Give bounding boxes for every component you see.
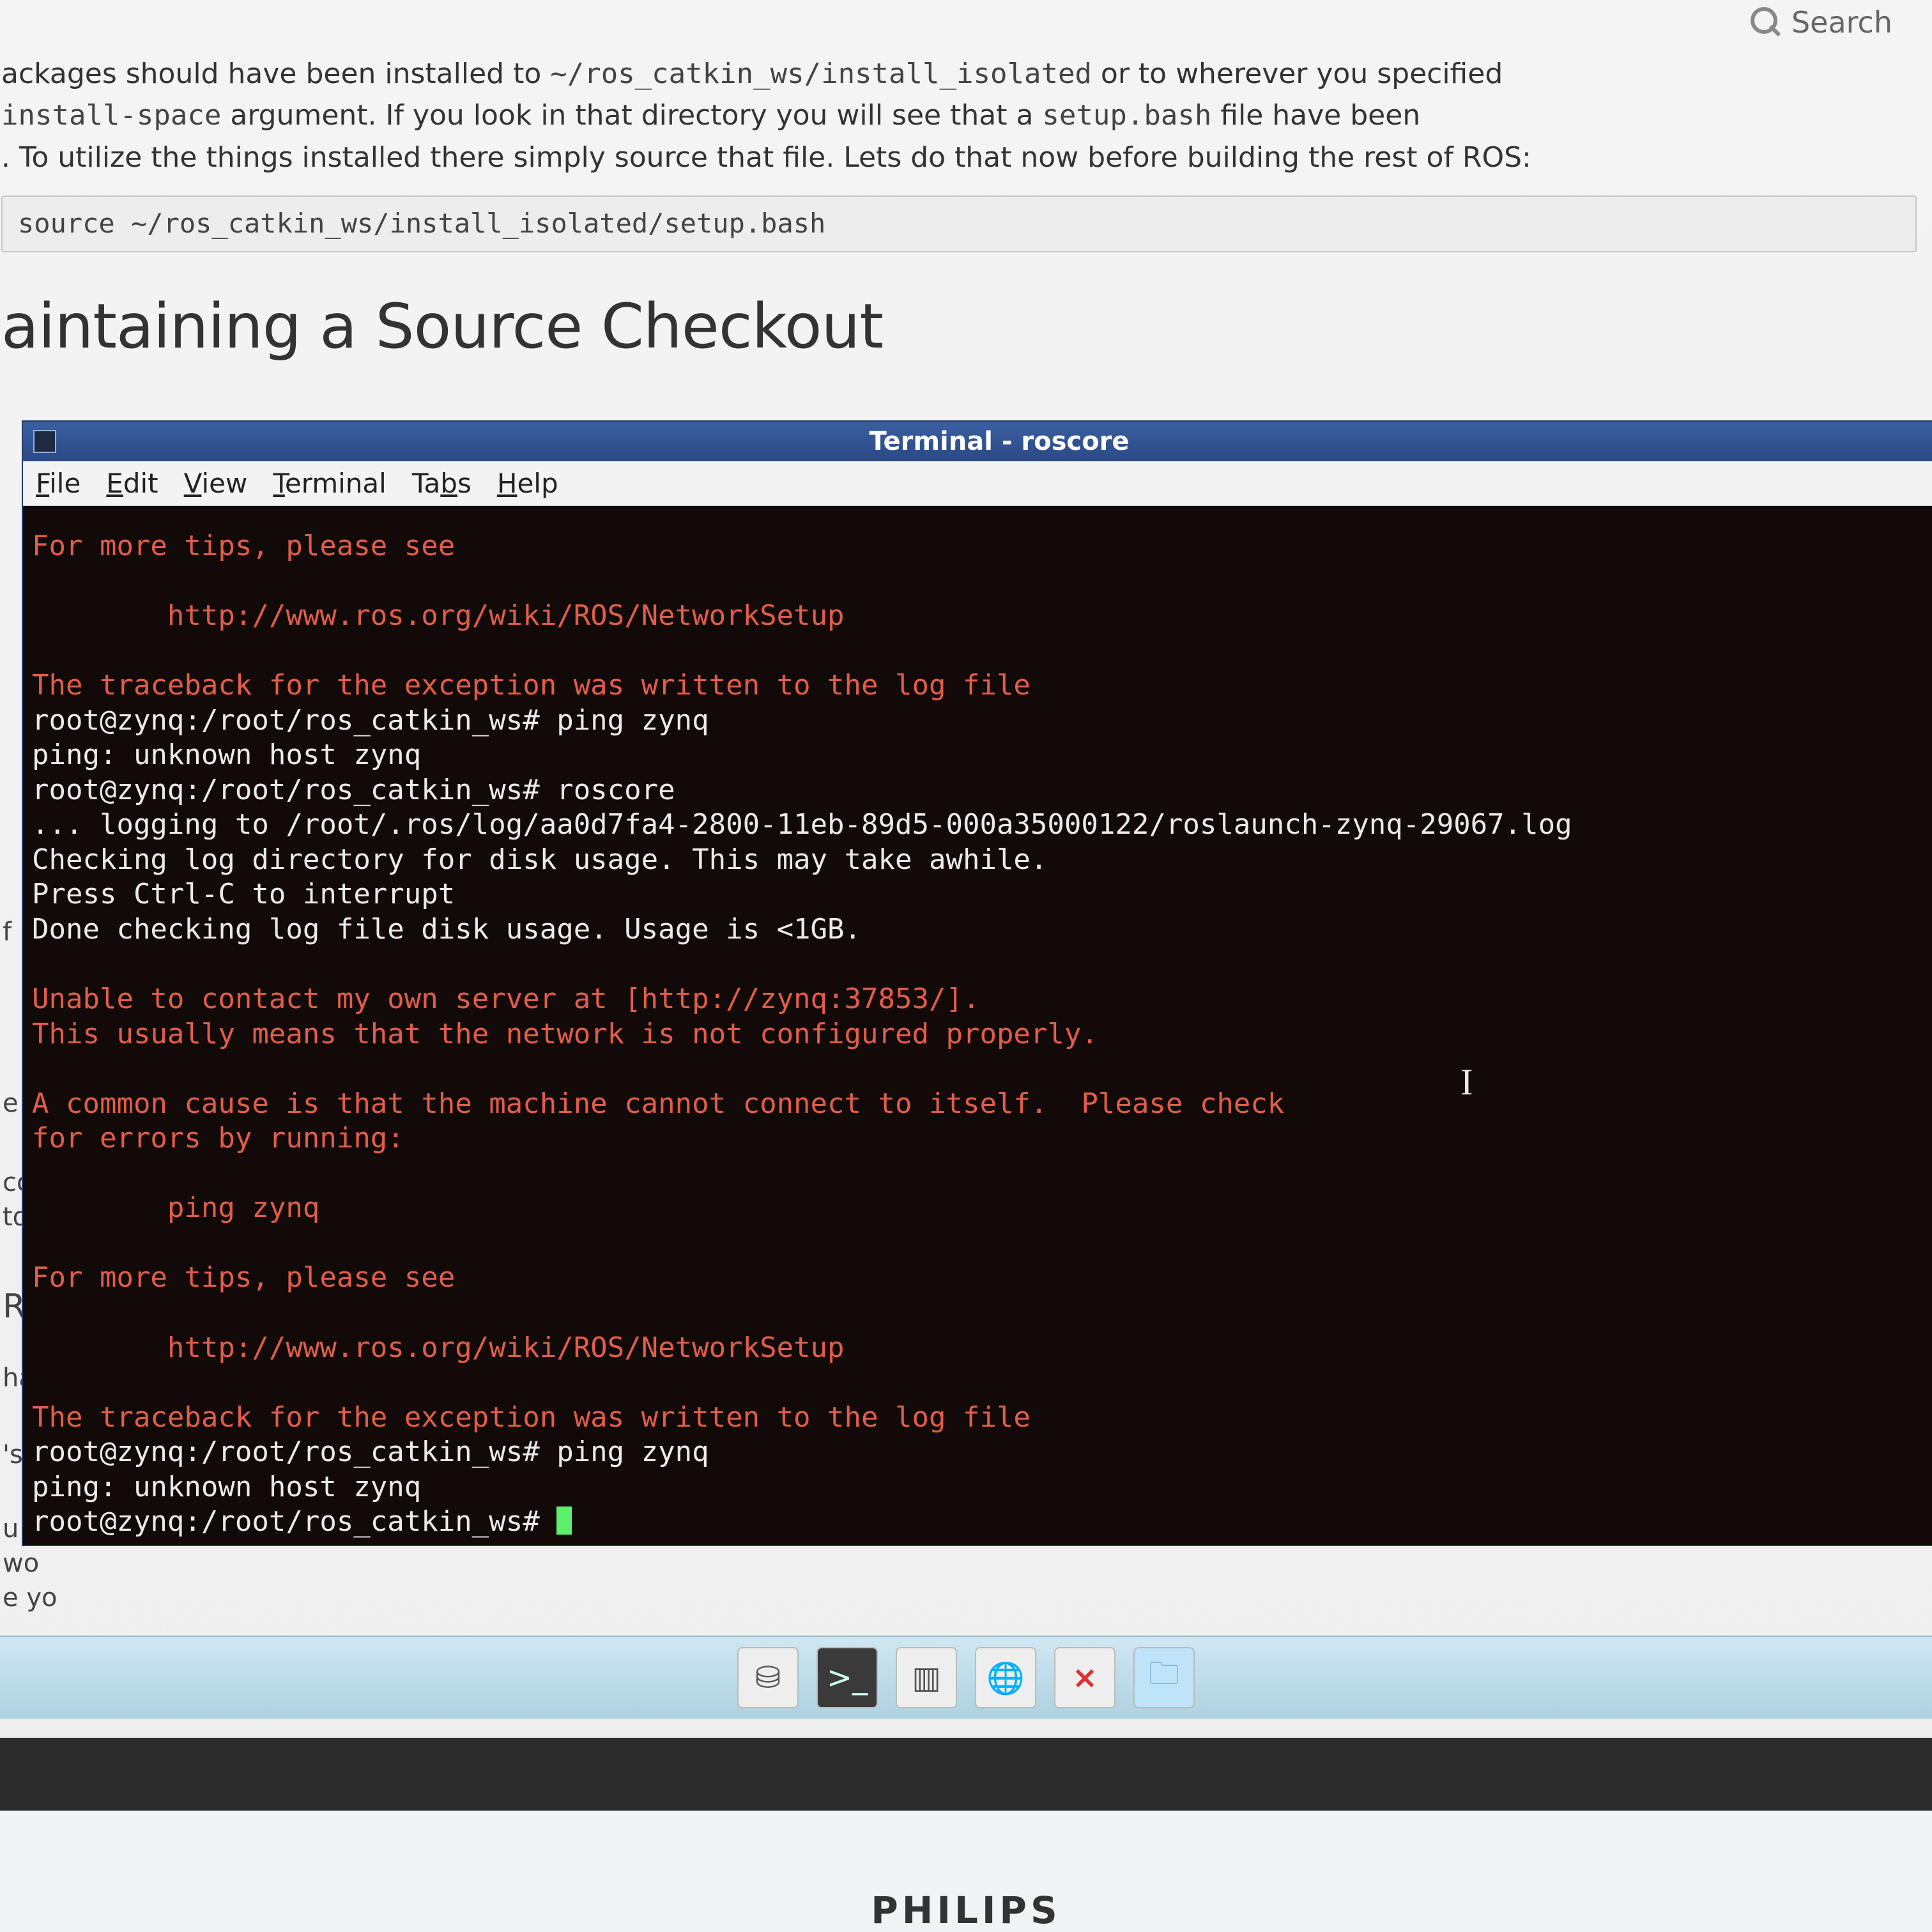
terminal-title: Terminal - roscore	[66, 427, 1932, 456]
term-line: Press Ctrl-C to interrupt	[32, 878, 455, 910]
term-line: The traceback for the exception was writ…	[32, 669, 1031, 702]
menu-edit[interactable]: Edit	[106, 468, 158, 499]
menu-tabs[interactable]: Tabs	[412, 468, 471, 499]
taskbar-close-icon[interactable]: ×	[1054, 1647, 1116, 1708]
terminal-titlebar[interactable]: Terminal - roscore	[23, 422, 1932, 461]
wiki-para-3: . To utilize the things installed there …	[1, 139, 1922, 176]
taskbar-browser-icon[interactable]: 🌐	[975, 1647, 1036, 1708]
term-line: root@zynq:/root/ros_catkin_ws# roscore	[32, 774, 675, 806]
monitor-brand: PHILIPS	[871, 1889, 1061, 1932]
term-line: root@zynq:/root/ros_catkin_ws# ping zynq	[32, 704, 709, 737]
taskbar-disk-icon[interactable]: ⛁	[737, 1647, 799, 1708]
terminal-menubar: File Edit View Terminal Tabs Help	[23, 461, 1932, 506]
term-line: For more tips, please see	[32, 530, 455, 562]
terminal-body[interactable]: For more tips, please see http://www.ros…	[23, 506, 1932, 1545]
wiki-para-2: install-space argument. If you look in t…	[1, 96, 1922, 134]
taskbar-files-icon[interactable]: ▥	[896, 1647, 957, 1708]
wiki-body: ackages should have been installed to ~/…	[0, 51, 1932, 381]
term-line: For more tips, please see	[32, 1261, 455, 1294]
menu-help[interactable]: Help	[497, 468, 558, 499]
search-icon	[1751, 7, 1781, 38]
term-line: Checking log directory for disk usage. T…	[32, 843, 1047, 876]
wiki-search[interactable]: Search	[1751, 3, 1892, 42]
terminal-app-icon	[33, 430, 56, 453]
terminal-cursor	[556, 1506, 572, 1535]
term-prompt: root@zynq:/root/ros_catkin_ws#	[32, 1505, 556, 1538]
term-line: The traceback for the exception was writ…	[32, 1401, 1031, 1434]
menu-view[interactable]: View	[184, 468, 248, 499]
bg-frag: R	[3, 1284, 26, 1329]
wiki-heading: aintaining a Source Checkout	[1, 286, 1922, 369]
bg-frag: e	[3, 1086, 19, 1121]
bg-frag: f	[3, 915, 12, 949]
menu-file[interactable]: File	[36, 468, 80, 499]
term-line: ... logging to /root/.ros/log/aa0d7fa4-2…	[32, 808, 1572, 841]
term-line: for errors by running:	[32, 1122, 404, 1154]
term-line: http://www.ros.org/wiki/ROS/NetworkSetup	[32, 599, 845, 632]
term-line: Done checking log file disk usage. Usage…	[32, 913, 861, 946]
term-line: http://www.ros.org/wiki/ROS/NetworkSetup	[32, 1331, 845, 1364]
bg-frag: e yo	[3, 1581, 57, 1615]
taskbar-terminal-icon[interactable]: >_	[816, 1647, 878, 1708]
bg-frag: wo	[3, 1546, 39, 1581]
terminal-window[interactable]: Terminal - roscore File Edit View Termin…	[23, 422, 1932, 1545]
monitor-bezel: PHILIPS	[0, 1811, 1932, 1932]
term-line: A common cause is that the machine canno…	[32, 1087, 1284, 1120]
term-line: root@zynq:/root/ros_catkin_ws# ping zynq	[32, 1436, 709, 1468]
screen: Search ackages should have been installe…	[0, 0, 1932, 1840]
search-placeholder: Search	[1791, 3, 1892, 42]
taskbar: ⛁ >_ ▥ 🌐 × 🗀	[0, 1636, 1932, 1719]
term-line: ping: unknown host zynq	[32, 1471, 421, 1503]
term-line: ping zynq	[32, 1192, 319, 1224]
wiki-codebox-1[interactable]: source ~/ros_catkin_ws/install_isolated/…	[1, 195, 1917, 252]
wiki-para-1: ackages should have been installed to ~/…	[1, 55, 1922, 93]
text-cursor-ibeam-icon: I	[1460, 1061, 1473, 1103]
term-line: ping: unknown host zynq	[32, 739, 421, 771]
menu-terminal[interactable]: Terminal	[273, 468, 387, 499]
term-line: Unable to contact my own server at [http…	[32, 983, 979, 1015]
monitor-photo: Search ackages should have been installe…	[0, 0, 1932, 1932]
taskbar-folder-icon[interactable]: 🗀	[1133, 1647, 1195, 1708]
term-line: This usually means that the network is n…	[32, 1018, 1098, 1050]
